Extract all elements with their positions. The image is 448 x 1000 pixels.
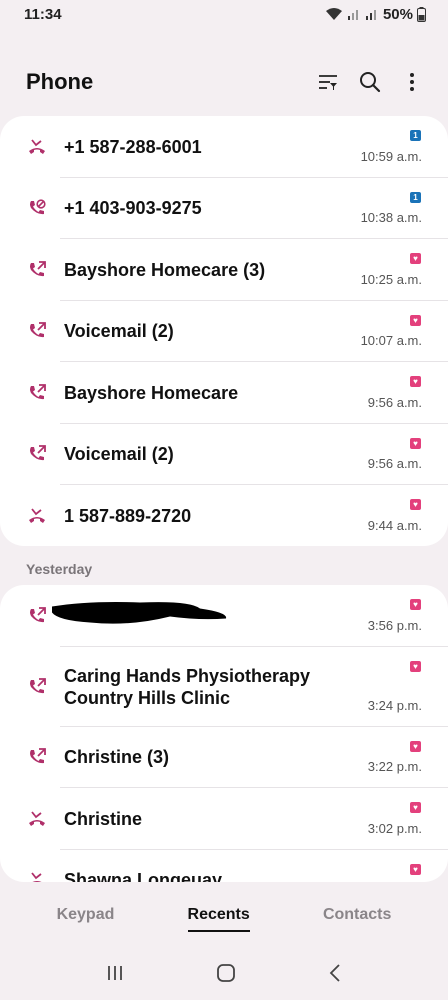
call-time: 10:07 a.m.	[360, 333, 422, 348]
status-bar: 11:34 50%	[0, 0, 448, 28]
call-time: 3:24 p.m.	[367, 697, 422, 713]
section-label-yesterday: Yesterday	[26, 561, 93, 577]
app-header: Phone	[0, 60, 448, 104]
status-icons: 50%	[325, 6, 426, 23]
call-log-row[interactable]: Bayshore Homecare (3) ♥ 10:25 a.m.	[0, 239, 448, 301]
call-time: 3:02 p.m.	[367, 820, 422, 836]
missed-call-icon	[27, 809, 47, 829]
missed-call-icon	[27, 870, 47, 882]
outgoing-call-icon	[27, 677, 47, 697]
caller-name: Voicemail (2)	[64, 321, 174, 342]
missed-call-icon	[27, 506, 47, 526]
sim-badge-icon: ♥	[410, 863, 421, 875]
sim-badge-icon: ♥	[410, 499, 421, 510]
home-icon[interactable]	[216, 963, 236, 988]
wifi-icon	[325, 8, 342, 20]
caller-name: 1 587-889-2720	[64, 505, 192, 526]
call-log-row[interactable]: Voicemail (2) ♥ 9:56 a.m.	[0, 424, 448, 485]
header-actions	[316, 70, 424, 94]
call-log-row[interactable]: Shawna Longeuay ♥	[0, 850, 448, 882]
call-time: 10:59 a.m.	[360, 148, 422, 164]
tab-recents[interactable]: Recents	[187, 906, 251, 932]
page-title: Phone	[26, 69, 94, 94]
recents-today-list: +1 587-288-6001 1 10:59 a.m. +1 403-903-927…	[0, 116, 448, 546]
call-log-row[interactable]: 1 587-889-2720 ♥ 9:44 a.m.	[0, 485, 448, 546]
call-time: 9:56 a.m.	[367, 394, 422, 410]
redacted-name	[50, 598, 230, 633]
sim-badge-icon: ♥	[410, 437, 421, 449]
call-log-row[interactable]: Christine (3) ♥ 3:22 p.m.	[0, 727, 448, 788]
recents-yesterday-list: ♥ 3:56 p.m. Caring Hands Physiotherapy Cou…	[0, 585, 448, 882]
outgoing-call-icon	[27, 444, 47, 464]
bottom-tabs: Keypad Recents Contacts	[0, 896, 448, 940]
caller-name: +1 587-288-6001	[64, 136, 202, 157]
tab-contacts[interactable]: Contacts	[323, 906, 391, 930]
battery-icon	[417, 6, 426, 22]
caller-name: Christine (3)	[64, 747, 170, 768]
recent-apps-icon[interactable]	[106, 964, 124, 987]
call-log-row[interactable]: Voicemail (2) ♥ 10:07 a.m.	[0, 301, 448, 362]
call-log-row[interactable]: Christine ♥ 3:02 p.m.	[0, 788, 448, 850]
call-time: 10:38 a.m.	[360, 210, 422, 225]
outgoing-call-icon	[27, 321, 47, 341]
tab-keypad[interactable]: Keypad	[57, 906, 115, 930]
sim-badge-icon: 1	[410, 191, 421, 203]
call-log-row[interactable]: Caring Hands Physiotherapy Country Hills…	[0, 647, 448, 727]
back-icon[interactable]	[328, 963, 342, 988]
sim-badge-icon: ♥	[410, 599, 421, 610]
status-time: 11:34	[24, 5, 62, 23]
filter-icon[interactable]	[316, 70, 340, 94]
call-time: 3:56 p.m.	[367, 617, 422, 633]
signal-icon	[365, 10, 376, 20]
sim-badge-icon: ♥	[410, 253, 421, 264]
battery-percent: 50%	[382, 5, 413, 23]
sim-badge-icon: ♥	[410, 802, 421, 813]
call-log-row[interactable]: Bayshore Homecare ♥ 9:56 a.m.	[0, 362, 448, 424]
missed-call-icon	[27, 137, 47, 157]
signal-icon	[347, 10, 358, 20]
call-time: 10:25 a.m.	[360, 271, 422, 287]
sim-badge-icon: 1	[410, 130, 421, 141]
sim-badge-icon: ♥	[410, 660, 421, 672]
outgoing-call-icon	[27, 260, 47, 280]
outgoing-call-icon	[27, 606, 47, 626]
call-log-row[interactable]: +1 587-288-6001 1 10:59 a.m.	[0, 116, 448, 178]
outgoing-call-icon	[27, 383, 47, 403]
call-time: 3:22 p.m.	[367, 759, 422, 774]
caller-name: +1 403-903-9275	[64, 198, 202, 219]
outgoing-call-icon	[27, 747, 47, 767]
caller-name: Bayshore Homecare (3)	[64, 259, 266, 280]
sim-badge-icon: ♥	[410, 314, 421, 326]
call-log-row[interactable]: +1 403-903-9275 1 10:38 a.m.	[0, 178, 448, 239]
system-nav-bar	[0, 955, 448, 995]
caller-name: Voicemail (2)	[64, 444, 174, 465]
sim-badge-icon: ♥	[410, 740, 421, 752]
caller-name: Christine	[64, 808, 143, 829]
call-log-row[interactable]: ♥ 3:56 p.m.	[0, 585, 448, 647]
caller-name: Caring Hands Physiotherapy Country Hills…	[64, 665, 311, 708]
caller-name: Bayshore Homecare	[64, 382, 239, 403]
search-icon[interactable]	[358, 70, 382, 94]
more-vert-icon[interactable]	[400, 70, 424, 94]
sim-badge-icon: ♥	[410, 376, 421, 387]
call-time: 9:56 a.m.	[367, 456, 422, 471]
rejected-call-icon	[27, 198, 47, 218]
call-time: 9:44 a.m.	[367, 517, 422, 533]
caller-name: Shawna Longeuay	[64, 870, 223, 882]
